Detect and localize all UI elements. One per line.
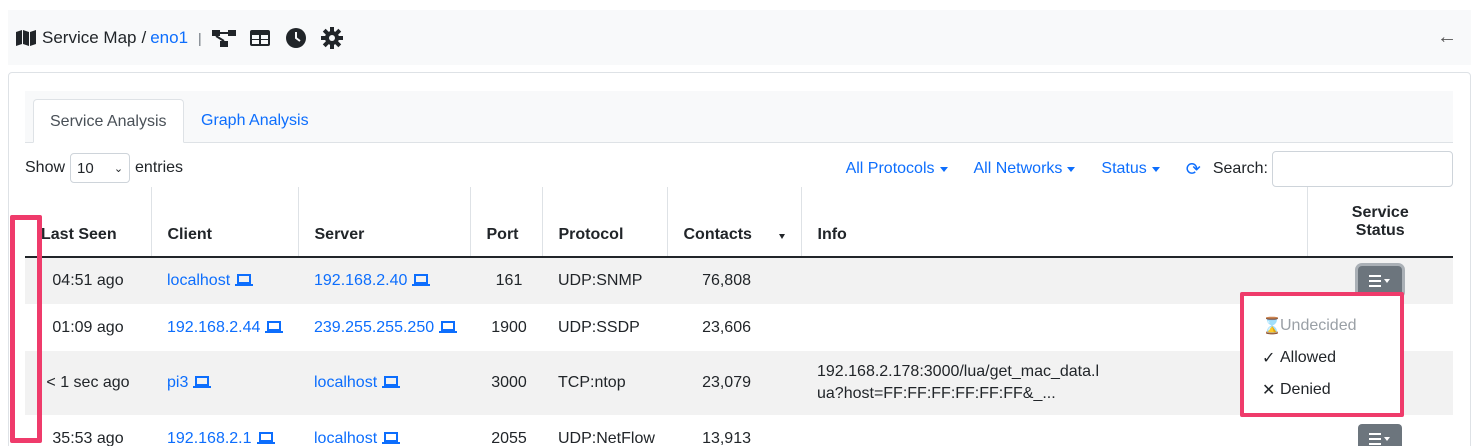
col-protocol[interactable]: Protocol [542, 187, 668, 258]
page-title: Service Map [42, 27, 137, 47]
chevron-down-icon: ⌄ [113, 162, 124, 175]
table-controls: Show 10 ⌄ entries All Protocols All Netw… [25, 151, 1453, 191]
gear-icon[interactable] [320, 26, 344, 50]
highlight-box [10, 215, 42, 443]
page-length: Show 10 ⌄ entries [25, 153, 183, 183]
cell-info [801, 257, 1307, 304]
menu-item-denied[interactable]: ✕ Denied [1262, 374, 1400, 406]
refresh-icon[interactable]: ⟳ [1186, 159, 1201, 180]
filter-networks[interactable]: All Networks [974, 160, 1076, 178]
laptop-icon [382, 376, 401, 388]
tab-bar: Service Analysis Graph Analysis [25, 91, 1453, 143]
services-table: Last Seen Client Server Port Protocol Co… [25, 187, 1453, 446]
cell-server: localhost [298, 351, 470, 415]
client-link[interactable]: 192.168.2.1 [167, 430, 252, 446]
table-row: 01:09 ago 192.168.2.44 239.255.255.250 1… [25, 304, 1453, 351]
filter-protocols[interactable]: All Protocols [846, 160, 948, 178]
col-port[interactable]: Port [470, 187, 543, 258]
laptop-icon [265, 320, 284, 333]
interface-link[interactable]: eno1 [150, 28, 188, 48]
client-link[interactable]: 192.168.2.44 [167, 319, 260, 336]
network-icon[interactable] [211, 26, 236, 50]
status-dropdown-button[interactable] [1358, 423, 1402, 446]
list-icon [1369, 432, 1390, 445]
cell-server: localhost [298, 415, 470, 446]
table-row: 35:53 ago 192.168.2.1 localhost 2055 UDP… [25, 415, 1453, 446]
entries-label: entries [135, 159, 184, 176]
cell-protocol: TCP:ntop [542, 351, 667, 415]
laptop-icon [235, 274, 254, 286]
cell-protocol: UDP:SNMP [542, 257, 667, 304]
cell-info [801, 415, 1307, 446]
laptop-icon [382, 431, 401, 444]
cell-port: 2055 [491, 429, 527, 446]
entries-select[interactable]: 10 ⌄ [70, 153, 131, 183]
show-label: Show [25, 159, 66, 176]
table-row: < 1 sec ago pi3 localhost 3000 TCP:ntop … [25, 351, 1453, 415]
cell-last-seen: 01:09 ago [52, 318, 124, 336]
x-icon: ✕ [1262, 382, 1276, 399]
cell-server: 192.168.2.40 [298, 257, 470, 304]
table-icon[interactable] [248, 26, 272, 50]
cell-last-seen: < 1 sec ago [25, 351, 151, 415]
breadcrumb-separator: / [141, 27, 147, 47]
cell-protocol: UDP:SSDP [558, 318, 640, 336]
col-service-status[interactable]: Service Status [1307, 187, 1453, 258]
cell-port: 3000 [470, 351, 542, 415]
cell-client: pi3 [151, 351, 298, 415]
table-row: 04:51 ago localhost 192.168.2.40 161 UDP… [25, 257, 1453, 304]
cell-client: localhost [151, 257, 298, 304]
client-link[interactable]: pi3 [167, 374, 188, 391]
col-server[interactable]: Server [298, 187, 471, 258]
cell-client: 192.168.2.1 [151, 415, 298, 446]
cell-port: 161 [470, 257, 542, 304]
status-dropdown-menu: ⌛ Undecided ✓ Allowed ✕ Denied [1240, 292, 1404, 417]
server-link[interactable]: 239.255.255.250 [314, 319, 434, 336]
laptop-icon [193, 376, 212, 388]
cell-contacts: 23,079 [667, 351, 801, 415]
col-last-seen[interactable]: Last Seen [25, 187, 152, 258]
cell-contacts: 23,606 [702, 318, 751, 336]
filter-status[interactable]: Status [1101, 160, 1160, 178]
entries-value: 10 [77, 159, 94, 177]
pipe-separator: | [198, 29, 202, 46]
search-label: Search: [1212, 160, 1268, 177]
col-contacts[interactable]: Contacts [667, 187, 802, 258]
cell-info: 192.168.2.178:3000/lua/get_mac_data.lua?… [801, 351, 1307, 415]
server-link[interactable]: localhost [314, 374, 377, 391]
breadcrumb: Service Map / eno1 | [16, 28, 212, 48]
laptop-icon [412, 274, 431, 286]
filters-bar: All Protocols All Networks Status ⟳ Sear… [846, 151, 1453, 187]
menu-item-allowed[interactable]: ✓ Allowed [1262, 342, 1400, 374]
cell-protocol: UDP:NetFlow [558, 429, 655, 446]
server-link[interactable]: localhost [314, 430, 377, 446]
list-icon [1369, 275, 1390, 287]
laptop-icon [439, 320, 458, 333]
page-header: Service Map / eno1 | ← [8, 10, 1471, 65]
cell-contacts: 76,808 [667, 257, 801, 304]
search-input[interactable] [1272, 151, 1453, 187]
map-icon [16, 29, 36, 46]
check-icon: ✓ [1262, 350, 1276, 367]
cell-status [1307, 415, 1453, 446]
tab-graph-analysis[interactable]: Graph Analysis [185, 99, 325, 143]
cell-port: 1900 [491, 318, 527, 336]
hourglass-icon: ⌛ [1262, 318, 1282, 335]
arrow-left-icon[interactable]: ← [1437, 26, 1457, 49]
cell-last-seen: 35:53 ago [52, 429, 124, 446]
laptop-icon [256, 431, 275, 444]
sort-desc-icon [778, 234, 785, 239]
cell-contacts: 13,913 [702, 429, 751, 446]
cell-server: 239.255.255.250 [298, 304, 470, 351]
tab-service-analysis[interactable]: Service Analysis [33, 99, 184, 143]
col-client[interactable]: Client [151, 187, 299, 258]
cell-client: 192.168.2.44 [151, 304, 298, 351]
server-link[interactable]: 192.168.2.40 [314, 272, 407, 289]
menu-item-undecided[interactable]: ⌛ Undecided [1262, 310, 1400, 342]
cell-info [801, 304, 1307, 351]
client-link[interactable]: localhost [167, 272, 230, 289]
clock-icon[interactable] [284, 26, 308, 50]
col-info[interactable]: Info [801, 187, 1308, 258]
cell-last-seen: 04:51 ago [25, 257, 151, 304]
